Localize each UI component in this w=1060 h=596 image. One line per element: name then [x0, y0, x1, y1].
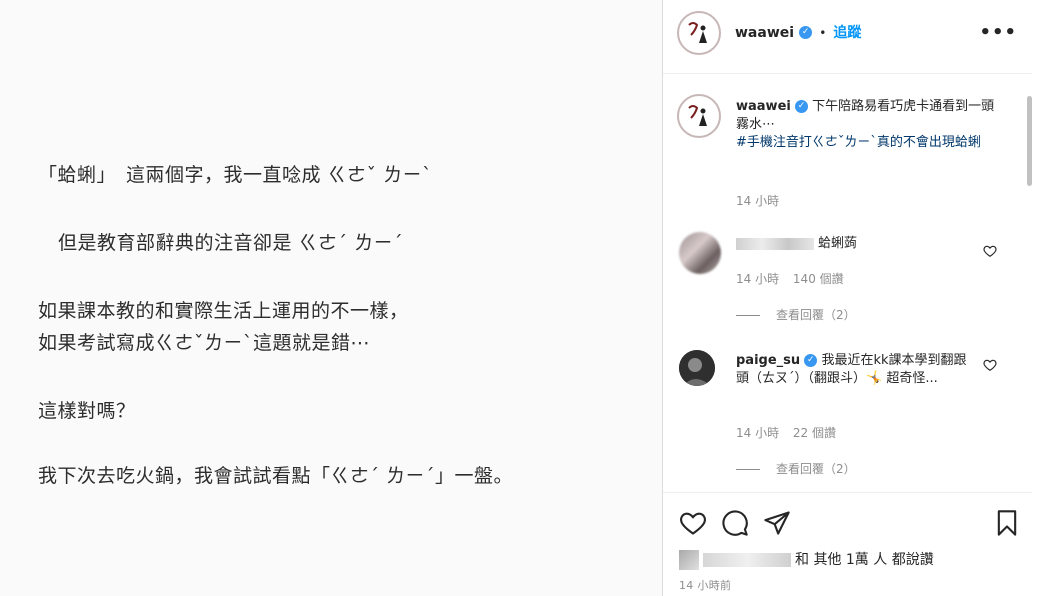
comment-2-username[interactable]: paige_su [736, 353, 800, 368]
blurred-liker-name [703, 553, 791, 567]
user-photo-icon [679, 350, 715, 386]
post-text-line-5: 這樣對嗎？ [38, 400, 136, 422]
follow-button[interactable]: 追蹤 [833, 25, 861, 41]
post-side-panel: waawei ✓ • 追蹤 ••• waawei ✓ 下午陪路易看巧虎卡通看到一… [662, 0, 1033, 596]
post-text-line-2: 但是教育部辭典的注音卻是 ㄍㄜˊ ㄌㄧˊ [58, 232, 404, 254]
avatar-logo-icon [680, 14, 718, 52]
caption-hashtag[interactable]: #手機注音打ㄍㄜˇㄌㄧˋ真的不會出現蛤蜊 [736, 135, 981, 150]
likes-summary[interactable]: 和 其他 1萬 人 都說讚 [679, 549, 934, 570]
blurred-liker-avatar [679, 550, 699, 570]
comment-bubble-icon[interactable] [721, 509, 749, 537]
caption-time: 14 小時 [736, 194, 780, 208]
more-options-icon[interactable]: ••• [979, 22, 1017, 43]
comment-1-time: 14 小時 [736, 272, 780, 286]
comment-2-likes[interactable]: 22 個讚 [793, 426, 836, 440]
comment-1-likes[interactable]: 140 個讚 [793, 272, 844, 286]
caption: waawei ✓ 下午陪路易看巧虎卡通看到一頭霧水⋯ #手機注音打ㄍㄜˇㄌㄧˋ真… [736, 98, 996, 152]
share-paper-plane-icon[interactable] [763, 509, 791, 537]
comment-2-view-replies[interactable]: 查看回覆（2） [736, 460, 856, 477]
like-heart-icon[interactable] [679, 509, 707, 537]
view-replies-label[interactable]: 查看回覆（2） [776, 308, 856, 322]
likes-text: 和 其他 1萬 人 都說讚 [795, 552, 934, 568]
caption-avatar[interactable] [677, 94, 721, 138]
comment-2-like-heart-icon[interactable] [983, 358, 997, 372]
replies-divider [736, 469, 760, 470]
post-time-ago: 14 小時前 [679, 579, 732, 592]
page-gutter [1032, 0, 1060, 596]
caption-username[interactable]: waawei [736, 99, 791, 114]
header-separator: • [819, 26, 827, 40]
comment-2-time: 14 小時 [736, 426, 780, 440]
post-header: waawei ✓ • 追蹤 ••• [663, 0, 1033, 74]
post-text-line-1: 「蛤蜊」 這兩個字，我一直唸成 ㄍㄜˇ ㄌㄧˋ [38, 164, 433, 186]
replies-divider [736, 315, 760, 316]
author-avatar[interactable] [677, 11, 721, 55]
comment-1-text: 蛤蜊蒟 [818, 236, 858, 251]
comment-avatar-blurred[interactable] [679, 232, 721, 274]
verified-badge-icon: ✓ [799, 26, 813, 39]
post-text-line-6: 我下次去吃火鍋，我會試試看點「ㄍㄜˊ ㄌㄧˊ」一盤。 [38, 465, 514, 487]
comment-2: paige_su ✓ 我最近在kk課本學到翻跟頭（ㄊㄡˊ）（翻跟斗）🤸 超奇怪.… [736, 352, 976, 388]
avatar-logo-icon [680, 97, 718, 135]
post-text-line-4: 如果考試寫成ㄍㄜˇㄌㄧˋ這題就是錯⋯ [38, 332, 371, 354]
post-actions: 和 其他 1萬 人 都說讚 14 小時前 [663, 492, 1033, 596]
verified-badge-icon: ✓ [794, 100, 808, 113]
blurred-username[interactable] [736, 237, 814, 250]
save-bookmark-icon[interactable] [993, 509, 1021, 537]
post-image[interactable]: 「蛤蜊」 這兩個字，我一直唸成 ㄍㄜˇ ㄌㄧˋ 但是教育部辭典的注音卻是 ㄍㄜˊ… [0, 0, 662, 596]
comment-1-like-heart-icon[interactable] [983, 244, 997, 258]
verified-badge-icon: ✓ [804, 354, 818, 367]
header-username[interactable]: waawei [735, 25, 794, 41]
comment-1: 蛤蜊蒟 [736, 235, 996, 253]
view-replies-label[interactable]: 查看回覆（2） [776, 462, 856, 476]
post-text-line-3: 如果課本教的和實際生活上運用的不一樣， [38, 300, 409, 322]
comments-list[interactable]: waawei ✓ 下午陪路易看巧虎卡通看到一頭霧水⋯ #手機注音打ㄍㄜˇㄌㄧˋ真… [663, 74, 1033, 492]
comment-1-view-replies[interactable]: 查看回覆（2） [736, 306, 856, 323]
paige-su-avatar[interactable] [679, 350, 715, 386]
